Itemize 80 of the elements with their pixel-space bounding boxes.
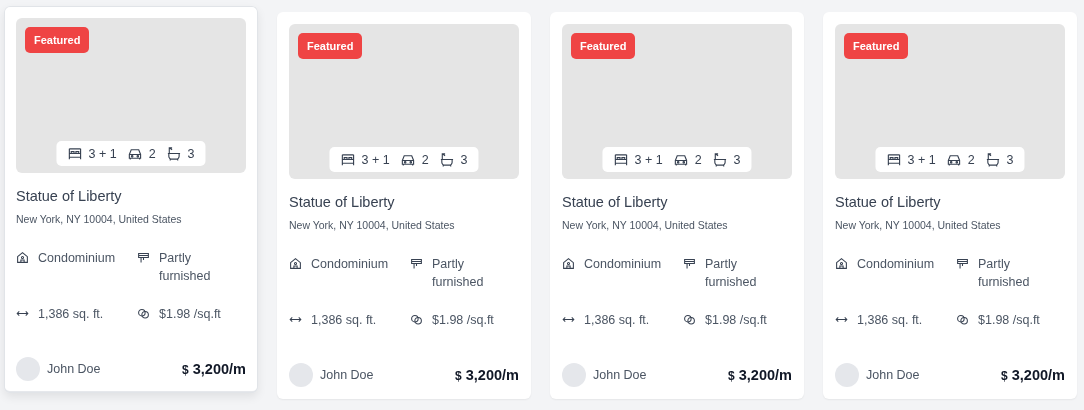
listing-card[interactable]: Featured 3 + 1 2 3 Statue of Liberty New York, NY 10004, United States Condominium Partly furnished 1,386 sq. ft. $1.98 /sq.ft John Doe $ 3,200/m (277, 12, 531, 399)
price: $ 3,200/m (1001, 367, 1065, 383)
price: $ 3,200/m (182, 361, 246, 377)
bed-icon (340, 152, 356, 167)
stat-value: 2 (148, 146, 156, 161)
listing-card[interactable]: Featured 3 + 1 2 3 Statue of Liberty New York, NY 10004, United States Condominium Partly furnished 1,386 sq. ft. $1.98 /sq.ft John Doe $ 3,200/m (823, 12, 1077, 399)
agent-name: John Doe (866, 368, 921, 382)
house-icon (562, 257, 575, 270)
bed-icon (67, 146, 83, 161)
stat-value: 2 (421, 152, 429, 167)
coins-icon (683, 313, 696, 326)
bathtub-icon (439, 152, 455, 167)
stat-value: 2 (967, 152, 975, 167)
coins-icon (956, 313, 969, 326)
coins-icon (137, 307, 150, 320)
feature-label: Condominium (311, 256, 389, 273)
stat-value: 3 (187, 146, 195, 161)
feature-label: Condominium (38, 250, 116, 267)
stat-value: 2 (694, 152, 702, 167)
featured-badge: Featured (25, 27, 90, 53)
property-title: Statue of Liberty (835, 194, 942, 210)
agent-name: John Doe (47, 362, 102, 376)
car-icon (946, 152, 962, 167)
stat-value: 3 (733, 152, 741, 167)
feature-label: Partly furnished (432, 256, 485, 291)
featured-badge: Featured (298, 33, 363, 59)
stat-value: 3 + 1 (88, 146, 117, 161)
property-address: New York, NY 10004, United States (835, 219, 1002, 231)
car-icon (400, 152, 416, 167)
featured-badge: Featured (571, 33, 636, 59)
feature-label: Partly furnished (159, 250, 212, 285)
coins-icon (410, 313, 423, 326)
property-address: New York, NY 10004, United States (16, 213, 183, 225)
signboard-icon (683, 257, 696, 270)
feature-label: $1.98 /sq.ft (159, 306, 221, 323)
avatar (16, 357, 40, 381)
stat-value: 3 (460, 152, 468, 167)
signboard-icon (137, 251, 150, 264)
feature-label: 1,386 sq. ft. (584, 312, 650, 329)
bed-icon (886, 152, 902, 167)
avatar (562, 363, 586, 387)
feature-label: $1.98 /sq.ft (978, 312, 1040, 329)
stat-value: 3 + 1 (907, 152, 936, 167)
avatar (835, 363, 859, 387)
bed-icon (613, 152, 629, 167)
price: $ 3,200/m (728, 367, 792, 383)
feature-label: $1.98 /sq.ft (705, 312, 767, 329)
stat-value: 3 + 1 (361, 152, 390, 167)
price: $ 3,200/m (455, 367, 519, 383)
property-title: Statue of Liberty (16, 188, 123, 204)
stat-value: 3 (1006, 152, 1014, 167)
property-address: New York, NY 10004, United States (289, 219, 456, 231)
bathtub-icon (166, 146, 182, 161)
stat-value: 3 + 1 (634, 152, 663, 167)
house-icon (16, 251, 29, 264)
car-icon (673, 152, 689, 167)
agent-name: John Doe (593, 368, 648, 382)
property-title: Statue of Liberty (289, 194, 396, 210)
feature-label: Condominium (584, 256, 662, 273)
bathtub-icon (985, 152, 1001, 167)
feature-label: Condominium (857, 256, 935, 273)
feature-label: $1.98 /sq.ft (432, 312, 494, 329)
feature-label: Partly furnished (978, 256, 1031, 291)
listing-card[interactable]: Featured 3 + 1 2 3 Statue of Liberty New York, NY 10004, United States Condominium Partly furnished 1,386 sq. ft. $1.98 /sq.ft John Doe $ 3,200/m (550, 12, 804, 399)
feature-label: 1,386 sq. ft. (38, 306, 104, 323)
car-icon (127, 146, 143, 161)
listing-card[interactable]: Featured 3 + 1 2 3 Statue of Liberty New York, NY 10004, United States Condominium Partly furnished 1,386 sq. ft. $1.98 /sq.ft John Doe $ 3,200/m (4, 6, 258, 393)
feature-label: Partly furnished (705, 256, 758, 291)
bathtub-icon (712, 152, 728, 167)
property-title: Statue of Liberty (562, 194, 669, 210)
avatar (289, 363, 313, 387)
signboard-icon (956, 257, 969, 270)
featured-badge: Featured (844, 33, 909, 59)
house-icon (289, 257, 302, 270)
feature-label: 1,386 sq. ft. (857, 312, 923, 329)
signboard-icon (410, 257, 423, 270)
agent-name: John Doe (320, 368, 375, 382)
feature-label: 1,386 sq. ft. (311, 312, 377, 329)
property-address: New York, NY 10004, United States (562, 219, 729, 231)
house-icon (835, 257, 848, 270)
